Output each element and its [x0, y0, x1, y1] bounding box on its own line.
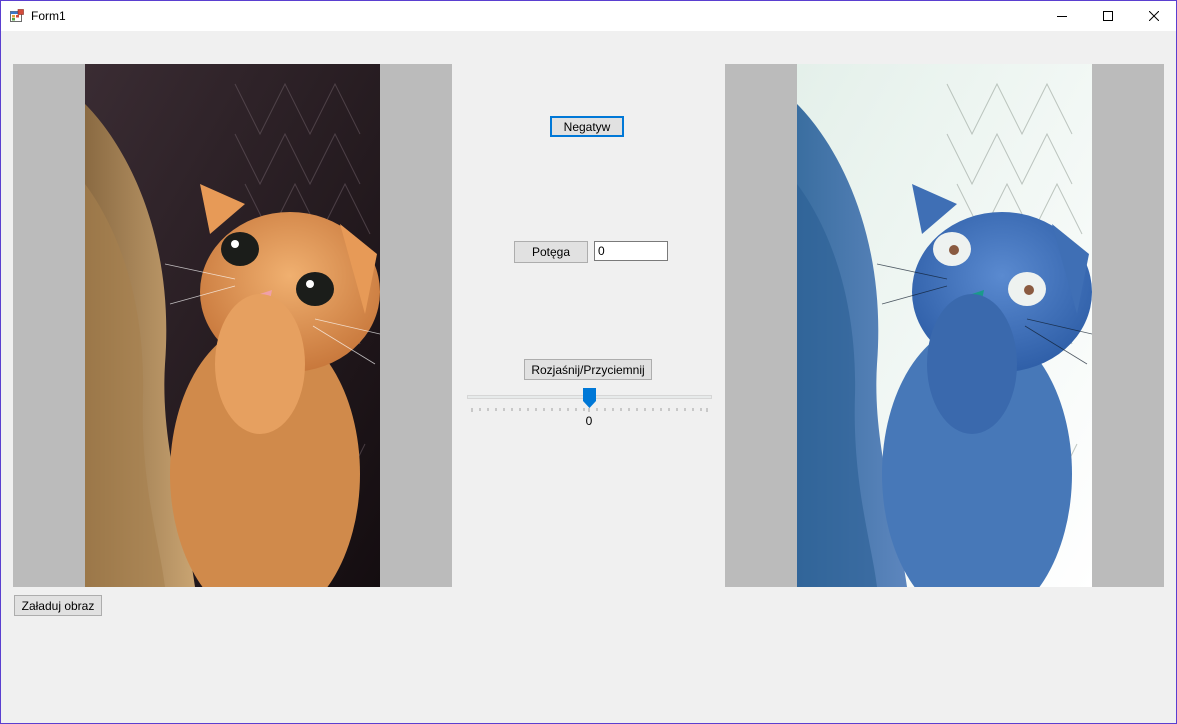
negative-button[interactable]: Negatyw	[550, 116, 624, 137]
original-image-box	[13, 64, 452, 587]
slider-value-label: 0	[585, 414, 593, 428]
maximize-button[interactable]	[1085, 1, 1131, 31]
negative-image-box	[725, 64, 1164, 587]
window-title: Form1	[31, 9, 66, 23]
negative-cat-image	[797, 64, 1092, 587]
load-image-button[interactable]: Załaduj obraz	[14, 595, 102, 616]
minimize-icon	[1057, 16, 1067, 17]
form-app-icon	[10, 9, 24, 22]
power-button[interactable]: Potęga	[514, 241, 588, 263]
power-exponent-input[interactable]	[594, 241, 668, 261]
brighten-darken-button[interactable]: Rozjaśnij/Przyciemnij	[524, 359, 652, 380]
form-client-area: Negatyw Potęga Rozjaśnij/Przyciemnij	[1, 31, 1176, 723]
original-cat-image	[85, 64, 380, 587]
title-bar[interactable]: Form1	[1, 1, 1176, 31]
close-button[interactable]	[1131, 1, 1176, 31]
minimize-button[interactable]	[1039, 1, 1085, 31]
app-window: Form1 Negatyw Potęga 0 Rozjaśnij/Przycie…	[0, 0, 1177, 724]
maximize-icon	[1103, 11, 1113, 21]
brightness-slider-thumb[interactable]	[583, 388, 596, 408]
close-icon	[1149, 11, 1159, 21]
